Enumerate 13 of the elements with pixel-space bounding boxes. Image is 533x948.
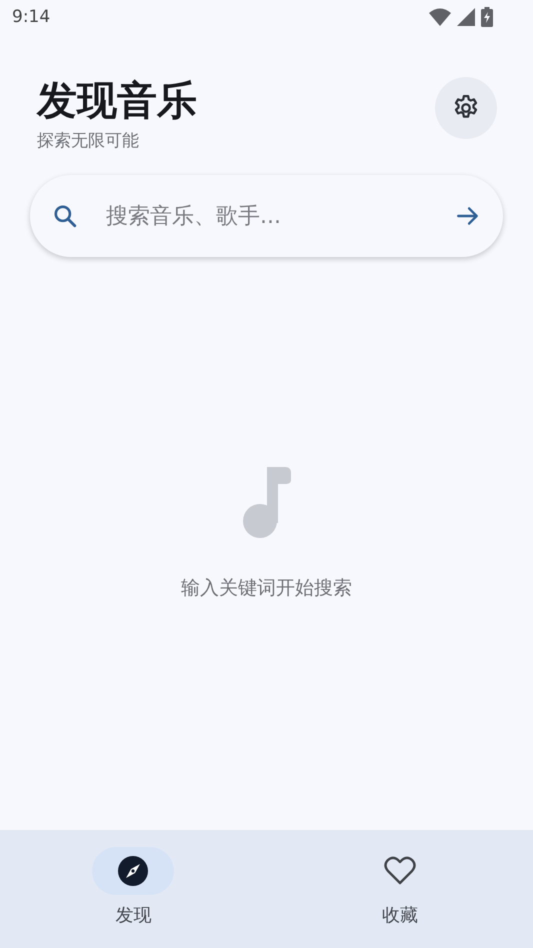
signal-icon <box>457 8 475 26</box>
page-title: 发现音乐 <box>37 77 197 125</box>
search-icon <box>52 203 78 229</box>
empty-message: 输入关键词开始搜索 <box>181 576 352 600</box>
music-note-icon <box>242 466 290 538</box>
search-field[interactable]: 搜索音乐、歌手... <box>104 202 429 230</box>
compass-icon <box>118 856 148 886</box>
battery-icon <box>481 7 493 27</box>
status-time: 9:14 <box>12 7 50 27</box>
heart-icon <box>384 856 416 886</box>
page-subtitle: 探索无限可能 <box>37 130 140 152</box>
wifi-icon <box>429 8 451 26</box>
nav-tab[interactable]: 收藏 <box>358 847 441 927</box>
